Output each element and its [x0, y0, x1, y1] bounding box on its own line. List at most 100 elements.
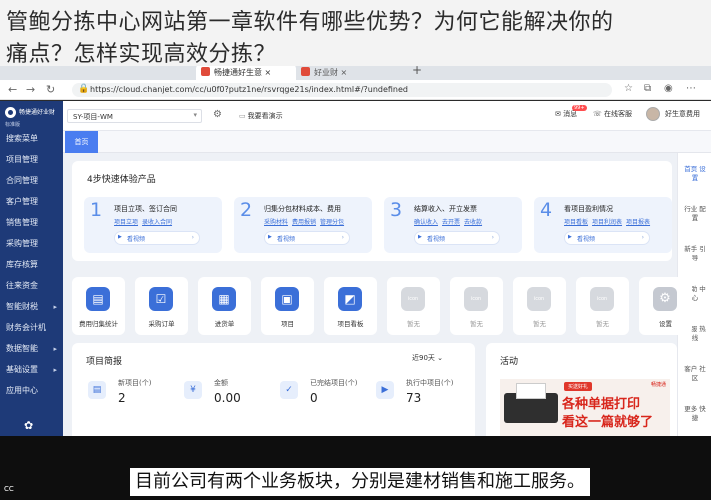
- demo-link[interactable]: ▭ 我要看演示: [239, 111, 283, 121]
- shortcut-tile[interactable]: ◩ 项目看板: [324, 277, 377, 335]
- step-title: 项目立项、签订合同: [114, 205, 177, 213]
- url-text: https://cloud.chanjet.com/cc/u0f0?putz1n…: [90, 85, 409, 94]
- sidebar-item[interactable]: 智能财税 ▸: [0, 298, 63, 316]
- step-link[interactable]: 采购材料: [264, 219, 288, 226]
- step-link[interactable]: 项目立项: [114, 219, 138, 226]
- step-link[interactable]: 项目利润表: [592, 219, 622, 226]
- sidebar-item[interactable]: 销售管理: [0, 214, 63, 232]
- step-link[interactable]: 确认收入: [414, 219, 438, 226]
- project-stat[interactable]: ✓ 已完结项目(个) 0: [280, 377, 375, 417]
- watch-video-button[interactable]: 看视频 ›: [564, 231, 650, 245]
- menu-icon[interactable]: ⋯: [686, 83, 696, 94]
- quick-start-title: 4步快速体验产品: [87, 175, 156, 185]
- logo-edition: 标准版: [5, 122, 21, 128]
- quickbar-item[interactable]: 行业 配置: [682, 205, 708, 223]
- project-select[interactable]: SY-项目-WM ▾: [67, 109, 202, 123]
- shortcut-tile[interactable]: ☑ 采购订单: [135, 277, 188, 335]
- shortcut-tile[interactable]: ⚙ 设置: [639, 277, 692, 335]
- project-stat[interactable]: ▶ 执行中项目(个) 73: [376, 377, 471, 417]
- star-icon[interactable]: ☆: [624, 83, 633, 94]
- gear-icon[interactable]: ⚙: [213, 109, 222, 120]
- sidebar-item-label: 销售管理: [6, 218, 38, 227]
- settings-icon[interactable]: ✿: [24, 419, 33, 432]
- step-link[interactable]: 去收款: [464, 219, 482, 226]
- sidebar-item[interactable]: 搜索菜单: [0, 130, 63, 148]
- sidebar-item[interactable]: 往来资金: [0, 277, 63, 295]
- article-title-line-1: 管鲍分拣中心网站第一章软件有哪些优势？为何它能解决你的: [6, 10, 614, 35]
- project-overview-card: 项目简报 近90天 ⌄ ▤ 新项目(个) 2 ¥ 金额 0.00 ✓ 已完结项目(个) 0 ▶ 执行…: [72, 343, 475, 436]
- online-service-button[interactable]: ☏ 在线客服: [593, 109, 632, 119]
- step-link[interactable]: 去开票: [442, 219, 460, 226]
- step-link[interactable]: 管理分包: [320, 219, 344, 226]
- quick-start-step: 4 看项目盈利情况项目看板项目利润表项目报表看视频 ›: [534, 197, 672, 253]
- closed-caption-icon[interactable]: CC: [4, 485, 14, 493]
- sidebar-item[interactable]: 应用中心: [0, 382, 63, 400]
- stat-icon: ▤: [88, 381, 106, 399]
- watch-video-button[interactable]: 看视频 ›: [414, 231, 500, 245]
- step-title: 结算收入、开立发票: [414, 205, 477, 213]
- avatar[interactable]: [646, 107, 660, 121]
- settings-icon: ⚙: [653, 287, 677, 311]
- shortcut-tile[interactable]: icon 暂无: [513, 277, 566, 335]
- project-stat[interactable]: ¥ 金额 0.00: [184, 377, 279, 417]
- browser-tab-label: 好业财 ×: [314, 68, 348, 77]
- step-title: 看项目盈利情况: [564, 205, 613, 213]
- step-link[interactable]: 项目看板: [564, 219, 588, 226]
- profile-icon[interactable]: ◉: [664, 83, 673, 94]
- period-select[interactable]: 近90天 ⌄: [412, 353, 443, 363]
- app-logo: 畅捷通好业财 标准版: [0, 101, 63, 129]
- step-link[interactable]: 录收入合同: [142, 219, 172, 226]
- favicon-icon: [301, 67, 310, 76]
- url-input[interactable]: 🔒 https://cloud.chanjet.com/cc/u0f0?putz…: [72, 83, 612, 97]
- quick-start-step: 1 项目立项、签订合同项目立项录收入合同看视频 ›: [84, 197, 222, 253]
- sidebar-item[interactable]: 客户管理: [0, 193, 63, 211]
- messages-label: 消息: [563, 110, 578, 118]
- chevron-right-icon: ›: [491, 234, 494, 241]
- step-link[interactable]: 项目报表: [626, 219, 650, 226]
- sidebar-item[interactable]: 项目管理: [0, 151, 63, 169]
- project-stat[interactable]: ▤ 新项目(个) 2: [88, 377, 183, 417]
- tab-home[interactable]: 首页: [65, 131, 98, 153]
- quick-start-card: 4步快速体验产品 1 项目立项、签订合同项目立项录收入合同看视频 › 2 归集分包材料成…: [72, 161, 672, 261]
- shortcut-tile[interactable]: ▣ 项目: [261, 277, 314, 335]
- project-overview-title: 项目简报: [86, 357, 123, 367]
- activity-card: 活动 买送好礼 畅捷通 各种单据打印 看这一篇就够了: [486, 343, 677, 436]
- chevron-right-icon: ▸: [53, 303, 57, 311]
- sidebar-item[interactable]: 财务会计机: [0, 319, 63, 337]
- article-title-overlay: 管鲍分拣中心网站第一章软件有哪些优势？为何它能解决你的 痛点？怎样实现高效分拣？: [0, 0, 711, 67]
- article-title-line-2: 痛点？怎样实现高效分拣？: [6, 42, 277, 67]
- shortcut-tile[interactable]: icon 暂无: [387, 277, 440, 335]
- user-name[interactable]: 好生意费用: [665, 109, 700, 119]
- shortcut-tile[interactable]: icon 暂无: [576, 277, 629, 335]
- sidebar-item[interactable]: 库存核算: [0, 256, 63, 274]
- stat-label: 新项目(个): [118, 379, 152, 387]
- watch-video-button[interactable]: 看视频 ›: [264, 231, 350, 245]
- shortcut-tile[interactable]: ▤ 费用归集统计: [72, 277, 125, 335]
- sidebar-item[interactable]: 基础设置 ▸: [0, 361, 63, 379]
- quickbar-item[interactable]: 更多 快捷: [682, 405, 708, 423]
- back-icon[interactable]: ←: [8, 83, 17, 96]
- quickbar-item[interactable]: 客户 社区: [682, 365, 708, 383]
- lock-icon: 🔒: [78, 84, 90, 94]
- sidebar-item[interactable]: 合同管理: [0, 172, 63, 190]
- sidebar-item[interactable]: 采购管理: [0, 235, 63, 253]
- reload-icon[interactable]: ↻: [46, 83, 55, 96]
- sidebar-item[interactable]: 数据智能 ▸: [0, 340, 63, 358]
- shortcut-label: 暂无: [596, 320, 609, 328]
- shortcut-tile[interactable]: ▦ 进货单: [198, 277, 251, 335]
- extensions-icon[interactable]: ⧉: [644, 83, 651, 94]
- shortcut-tile[interactable]: icon 暂无: [450, 277, 503, 335]
- promo-brand: 畅捷通: [650, 382, 666, 388]
- step-number: 1: [90, 199, 103, 221]
- quickbar-item[interactable]: 首页 设置: [682, 165, 708, 183]
- app-topbar: SY-项目-WM ▾ ⚙ ▭ 我要看演示 ✉ 消息 99+ ☏ 在线客服 好生意费…: [63, 101, 711, 131]
- watch-video-button[interactable]: 看视频 ›: [114, 231, 200, 245]
- shortcut-label: 费用归集统计: [79, 320, 118, 328]
- step-link[interactable]: 费用报销: [292, 219, 316, 226]
- chevron-down-icon: ▾: [193, 111, 197, 119]
- promo-banner[interactable]: 买送好礼 畅捷通 各种单据打印 看这一篇就够了: [500, 379, 670, 436]
- forward-icon[interactable]: →: [26, 83, 35, 96]
- quickbar-item[interactable]: 新手 引导: [682, 245, 708, 263]
- quick-start-step: 3 结算收入、开立发票确认收入去开票去收款看视频 ›: [384, 197, 522, 253]
- step-number: 4: [540, 199, 553, 221]
